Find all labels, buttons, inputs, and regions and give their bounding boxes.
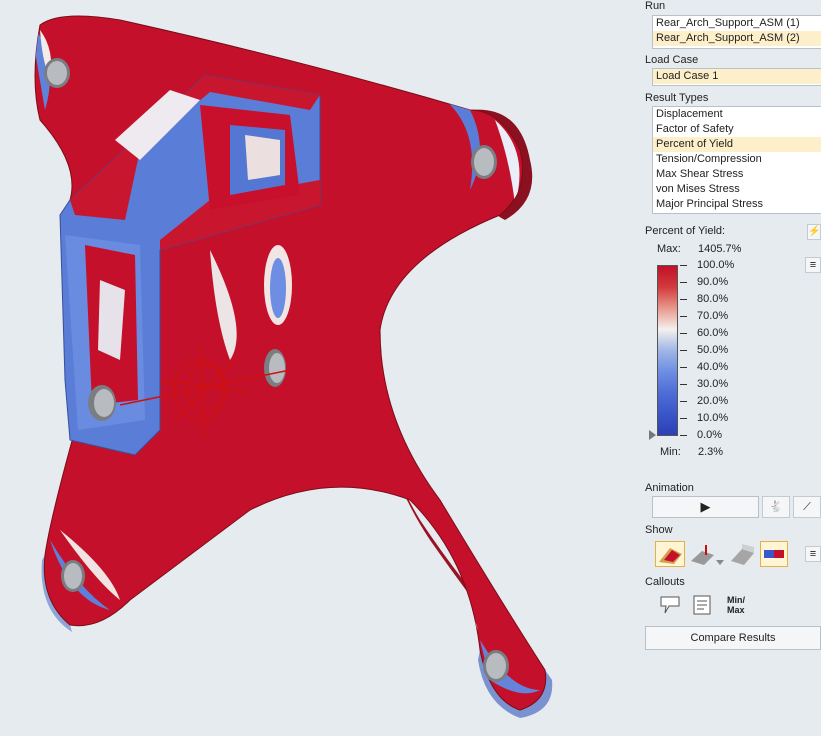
animation-title: Animation bbox=[645, 482, 694, 494]
result-types-list[interactable]: Displacement Factor of Safety Percent of… bbox=[652, 106, 821, 214]
scale-tick-label: 40.0% bbox=[697, 361, 729, 373]
scale-tick-label: 100.0% bbox=[697, 259, 735, 271]
legend-icon[interactable] bbox=[760, 541, 788, 567]
scale-tick-mark bbox=[680, 333, 687, 334]
scale-tick-label: 70.0% bbox=[697, 310, 729, 322]
result-type-factor-of-safety[interactable]: Factor of Safety bbox=[653, 122, 821, 137]
scale-tick-label: 60.0% bbox=[697, 327, 729, 339]
result-type-max-shear-stress[interactable]: Max Shear Stress bbox=[653, 167, 821, 182]
scale-tick-label: 20.0% bbox=[697, 395, 729, 407]
load-case-item-1[interactable]: Load Case 1 bbox=[653, 69, 821, 84]
minmax-label-1: Min/ bbox=[727, 595, 745, 605]
loads-icon[interactable] bbox=[688, 541, 716, 567]
scale-slider-icon[interactable] bbox=[649, 430, 656, 440]
run-title: Run bbox=[645, 0, 666, 12]
menu-icon-2[interactable]: ≡ bbox=[805, 546, 821, 562]
minmax-button[interactable]: Min/ Max bbox=[727, 595, 745, 615]
compare-results-button[interactable]: Compare Results bbox=[645, 626, 821, 650]
scale-tick-label: 0.0% bbox=[697, 429, 723, 441]
scale-tick-mark bbox=[680, 435, 687, 436]
callouts-title: Callouts bbox=[645, 576, 685, 588]
scale-tick-mark bbox=[680, 299, 687, 300]
scale-tick-mark bbox=[680, 384, 687, 385]
result-types-title: Result Types bbox=[645, 92, 709, 104]
scale-min-value: 2.3% bbox=[698, 446, 724, 458]
deformed-shape-icon[interactable] bbox=[655, 541, 685, 567]
scale-tick-label: 90.0% bbox=[697, 276, 729, 288]
rabbit-icon[interactable]: 🐇 bbox=[762, 496, 790, 518]
menu-icon[interactable]: ≡ bbox=[805, 257, 821, 273]
run-item-1[interactable]: Rear_Arch_Support_ASM (1) bbox=[653, 16, 821, 31]
result-type-tension-compression[interactable]: Tension/Compression bbox=[653, 152, 821, 167]
undeformed-icon[interactable] bbox=[728, 541, 756, 567]
result-type-von-mises-stress[interactable]: von Mises Stress bbox=[653, 182, 821, 197]
scale-tick-label: 10.0% bbox=[697, 412, 729, 424]
result-type-displacement[interactable]: Displacement bbox=[653, 107, 821, 122]
stress-plot-model bbox=[34, 15, 553, 718]
model-viewport[interactable] bbox=[0, 0, 640, 736]
callout-icon[interactable] bbox=[658, 593, 682, 617]
color-scale-bar bbox=[657, 265, 678, 436]
scale-tick-mark bbox=[680, 316, 687, 317]
minmax-label-2: Max bbox=[727, 605, 745, 615]
load-case-list[interactable]: Load Case 1 bbox=[652, 68, 821, 86]
scale-tick-mark bbox=[680, 401, 687, 402]
scale-tick-mark bbox=[680, 265, 687, 266]
scale-title: Percent of Yield: bbox=[645, 225, 726, 237]
scale-tick-mark bbox=[680, 350, 687, 351]
scale-tick-mark bbox=[680, 367, 687, 368]
scale-max-label: Max: bbox=[657, 243, 681, 255]
scale-min-label: Min: bbox=[660, 446, 681, 458]
scale-tick-label: 50.0% bbox=[697, 344, 729, 356]
result-type-percent-of-yield[interactable]: Percent of Yield bbox=[653, 137, 821, 152]
scale-max-value: 1405.7% bbox=[698, 243, 742, 255]
result-type-major-principal-stress[interactable]: Major Principal Stress bbox=[653, 197, 821, 212]
play-icon: ▶ bbox=[700, 499, 711, 514]
show-title: Show bbox=[645, 524, 673, 536]
curve-icon[interactable]: ⟋ bbox=[793, 496, 821, 518]
lightning-icon[interactable]: ⚡ bbox=[807, 224, 821, 240]
play-button[interactable]: ▶ bbox=[652, 496, 759, 518]
chevron-down-icon[interactable] bbox=[716, 560, 724, 565]
scale-tick-label: 30.0% bbox=[697, 378, 729, 390]
scale-tick-mark bbox=[680, 418, 687, 419]
run-list[interactable]: Rear_Arch_Support_ASM (1) Rear_Arch_Supp… bbox=[652, 15, 821, 49]
run-item-2[interactable]: Rear_Arch_Support_ASM (2) bbox=[653, 31, 821, 46]
note-icon[interactable] bbox=[690, 593, 714, 617]
scale-tick-mark bbox=[680, 282, 687, 283]
load-case-title: Load Case bbox=[645, 54, 699, 66]
scale-tick-label: 80.0% bbox=[697, 293, 729, 305]
